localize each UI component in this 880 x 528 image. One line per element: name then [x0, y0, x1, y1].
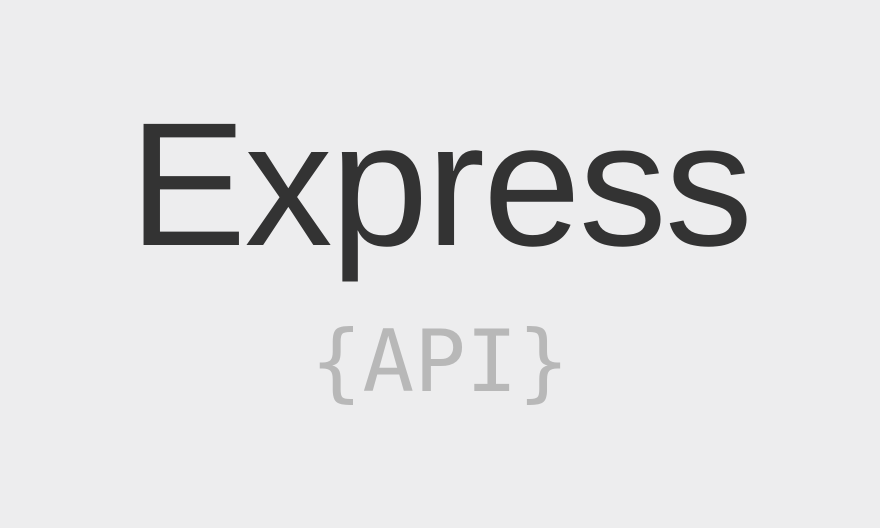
express-api-banner: Express {API}: [0, 0, 880, 528]
logo-title: Express: [129, 87, 753, 283]
logo-subtitle: {API}: [310, 312, 570, 412]
